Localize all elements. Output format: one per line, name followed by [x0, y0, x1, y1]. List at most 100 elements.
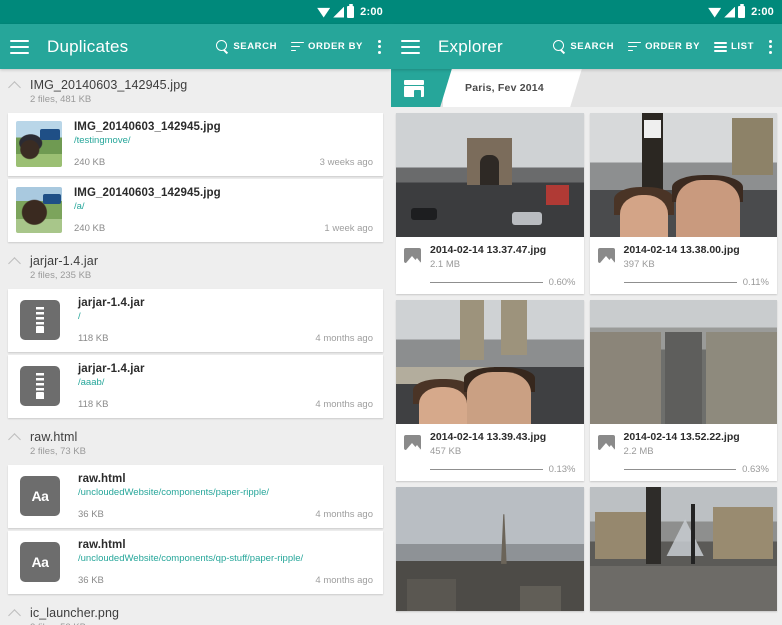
- group-header[interactable]: IMG_20140603_142945.jpg 2 files, 481 KB: [0, 69, 391, 113]
- breadcrumb: Paris, Fev 2014: [391, 69, 782, 107]
- breadcrumb-folder-label: Paris, Fev 2014: [465, 82, 544, 94]
- list-view-button[interactable]: LIST: [714, 41, 754, 52]
- status-icons: [708, 4, 746, 18]
- file-card[interactable]: jarjar-1.4.jar / 118 KB 4 months ago: [8, 289, 383, 352]
- grid-file-size: 457 KB: [430, 446, 462, 457]
- order-by-label: ORDER BY: [645, 41, 701, 52]
- signal-icon: [724, 6, 736, 18]
- photo-louvre-pyramid[interactable]: [589, 487, 777, 611]
- photo-arc-de-triomphe[interactable]: [396, 113, 584, 237]
- group-title: raw.html: [30, 430, 78, 444]
- right-status-bar: 2:00: [391, 0, 782, 24]
- photo-monument-selfie[interactable]: [396, 300, 584, 424]
- file-path: /uncloudedWebsite/components/qp-stuff/pa…: [78, 553, 304, 564]
- grid-file-size: 397 KB: [623, 259, 655, 270]
- status-clock: 2:00: [360, 6, 383, 18]
- file-path: /: [78, 311, 81, 322]
- grid-card[interactable]: [589, 487, 777, 611]
- grid-row: [396, 487, 777, 611]
- file-age: 4 months ago: [315, 575, 373, 586]
- file-path: /testingmove/: [74, 135, 131, 146]
- file-name: raw.html: [78, 539, 126, 551]
- archive-icon: [20, 366, 60, 406]
- list-icon: [714, 41, 728, 52]
- storage-usage-bar: 0.63%: [623, 464, 769, 475]
- grid-row: 2014-02-14 13.37.47.jpg 2.1 MB 0.60% 201…: [396, 113, 777, 294]
- order-by-button[interactable]: ORDER BY: [628, 41, 700, 52]
- file-name: jarjar-1.4.jar: [78, 297, 145, 309]
- hamburger-menu-icon[interactable]: [10, 39, 29, 54]
- usage-percent: 0.60%: [548, 277, 576, 288]
- toolbar-actions: SEARCH ORDER BY: [216, 39, 381, 55]
- dual-screenshot: 2:00 Duplicates SEARCH ORDER BY IMG_2014…: [0, 0, 782, 625]
- file-name: IMG_20140603_142945.jpg: [74, 121, 221, 133]
- chevron-up-icon[interactable]: [8, 609, 21, 622]
- photo-paris-skyline-eiffel[interactable]: [396, 487, 584, 611]
- photo-champs-elysees-aerial[interactable]: [589, 300, 777, 424]
- file-age: 4 months ago: [315, 333, 373, 344]
- wifi-icon: [317, 7, 331, 18]
- file-meta: jarjar-1.4.jar /aaab/ 118 KB 4 months ag…: [78, 363, 373, 410]
- order-by-button[interactable]: ORDER BY: [291, 41, 363, 52]
- group-subtitle: 2 files, 481 KB: [30, 94, 92, 105]
- usage-percent: 0.63%: [742, 464, 769, 475]
- group-title: ic_launcher.png: [30, 606, 120, 620]
- explorer-grid[interactable]: 2014-02-14 13.37.47.jpg 2.1 MB 0.60% 201…: [391, 107, 782, 625]
- file-size: 36 KB: [78, 509, 104, 520]
- file-card[interactable]: IMG_20140603_142945.jpg /testingmove/ 24…: [8, 113, 383, 176]
- breadcrumb-folder-tab[interactable]: Paris, Fev 2014: [443, 69, 566, 107]
- file-card[interactable]: Aa raw.html /uncloudedWebsite/components…: [8, 465, 383, 528]
- file-card[interactable]: IMG_20140603_142945.jpg /a/ 240 KB 1 wee…: [8, 179, 383, 242]
- overflow-menu-icon[interactable]: [377, 39, 381, 55]
- search-button[interactable]: SEARCH: [553, 40, 614, 53]
- file-size: 240 KB: [74, 223, 106, 234]
- file-age: 4 months ago: [315, 399, 373, 410]
- photo-thumbnail: [16, 187, 62, 233]
- progress-bar-track: [430, 281, 543, 284]
- grid-card[interactable]: 2014-02-14 13.38.00.jpg 397 KB 0.11%: [589, 113, 777, 294]
- grid-card[interactable]: 2014-02-14 13.52.22.jpg 2.2 MB 0.63%: [589, 300, 777, 481]
- file-size: 36 KB: [78, 575, 104, 586]
- right-phone-screen: 2:00 Explorer SEARCH ORDER BY LIST Paris…: [391, 0, 782, 625]
- file-meta: raw.html /uncloudedWebsite/components/pa…: [78, 473, 373, 520]
- file-name: IMG_20140603_142945.jpg: [74, 187, 221, 199]
- text-file-icon: Aa: [20, 542, 60, 582]
- file-name: raw.html: [78, 473, 126, 485]
- group-header[interactable]: raw.html 2 files, 73 KB: [0, 421, 391, 465]
- left-phone-screen: 2:00 Duplicates SEARCH ORDER BY IMG_2014…: [0, 0, 391, 625]
- file-meta: raw.html /uncloudedWebsite/components/qp…: [78, 539, 373, 586]
- image-file-icon: [597, 248, 615, 263]
- image-file-icon: [597, 435, 615, 450]
- page-title: Explorer: [438, 36, 503, 56]
- chevron-up-icon[interactable]: [8, 81, 21, 94]
- overflow-menu-icon[interactable]: [768, 39, 772, 55]
- usage-percent: 0.13%: [548, 464, 576, 475]
- file-meta: IMG_20140603_142945.jpg /a/ 240 KB 1 wee…: [74, 187, 373, 234]
- chevron-up-icon[interactable]: [8, 257, 21, 270]
- file-card[interactable]: Aa raw.html /uncloudedWebsite/components…: [8, 531, 383, 594]
- hamburger-menu-icon[interactable]: [401, 39, 420, 54]
- grid-card[interactable]: 2014-02-14 13.37.47.jpg 2.1 MB 0.60%: [396, 113, 584, 294]
- group-header[interactable]: jarjar-1.4.jar 2 files, 235 KB: [0, 245, 391, 289]
- group-subtitle: 2 files, 235 KB: [30, 270, 92, 281]
- grid-file-name: 2014-02-14 13.37.47.jpg: [430, 244, 547, 256]
- group-header[interactable]: ic_launcher.png 2 files, 52 KB: [0, 597, 391, 625]
- file-card[interactable]: jarjar-1.4.jar /aaab/ 118 KB 4 months ag…: [8, 355, 383, 418]
- grid-file-size: 2.2 MB: [623, 446, 654, 457]
- grid-row: 2014-02-14 13.39.43.jpg 457 KB 0.13% 201…: [396, 300, 777, 481]
- grid-file-name: 2014-02-14 13.38.00.jpg: [623, 244, 740, 256]
- list-label: LIST: [731, 41, 754, 52]
- signal-icon: [333, 6, 345, 18]
- group-title: jarjar-1.4.jar: [30, 254, 99, 268]
- file-age: 4 months ago: [315, 509, 373, 520]
- grid-card[interactable]: 2014-02-14 13.39.43.jpg 457 KB 0.13%: [396, 300, 584, 481]
- image-file-icon: [404, 248, 421, 263]
- chevron-up-icon[interactable]: [8, 433, 21, 446]
- progress-bar-track: [430, 468, 543, 471]
- search-button[interactable]: SEARCH: [216, 40, 277, 53]
- progress-bar-track: [623, 468, 737, 471]
- photo-street-selfie[interactable]: [589, 113, 777, 237]
- duplicates-list[interactable]: IMG_20140603_142945.jpg 2 files, 481 KB …: [0, 69, 391, 625]
- breadcrumb-root-button[interactable]: [391, 69, 437, 107]
- grid-card[interactable]: [396, 487, 584, 611]
